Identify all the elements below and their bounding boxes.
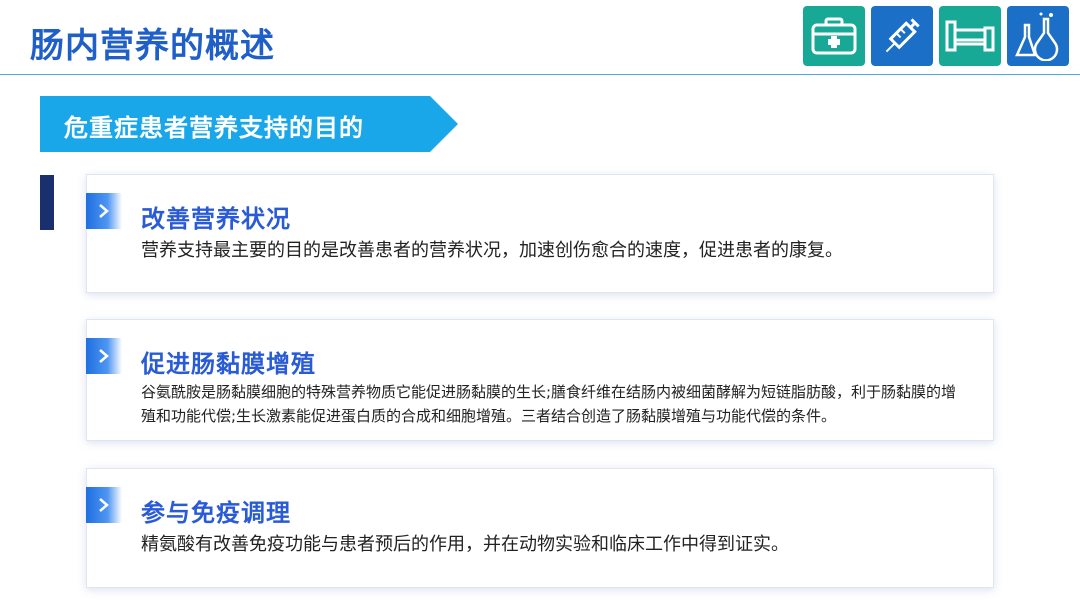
purpose-card: 促进肠黏膜增殖 谷氨酰胺是肠黏膜细胞的特殊营养物质它能促进肠黏膜的生长;膳食纤维… — [86, 319, 994, 441]
card-heading: 改善营养状况 — [141, 205, 291, 233]
lab-flask-icon — [1007, 6, 1069, 66]
card-body: 精氨酸有改善免疫功能与患者预后的作用，并在动物实验和临床工作中得到证实。 — [141, 534, 789, 555]
hospital-bed-icon — [939, 6, 1001, 66]
chevron-right-icon — [86, 487, 122, 523]
syringe-icon — [871, 6, 933, 66]
header-icon-row — [803, 6, 1069, 66]
card-body: 谷氨酰胺是肠黏膜细胞的特殊营养物质它能促进肠黏膜的生长;膳食纤维在结肠内被细菌酵… — [141, 383, 957, 425]
card-heading: 促进肠黏膜增殖 — [141, 350, 316, 378]
page-title: 肠内营养的概述 — [30, 26, 275, 66]
chevron-right-icon — [86, 193, 122, 229]
banner-title: 危重症患者营养支持的目的 — [64, 114, 364, 142]
side-accent-bar — [40, 175, 54, 230]
purpose-card: 参与免疫调理 精氨酸有改善免疫功能与患者预后的作用，并在动物实验和临床工作中得到… — [86, 468, 994, 588]
chevron-right-icon — [86, 338, 122, 374]
title-divider — [0, 74, 1080, 75]
card-heading: 参与免疫调理 — [141, 499, 291, 527]
purpose-card: 改善营养状况 营养支持最主要的目的是改善患者的营养状况，加速创伤愈合的速度，促进… — [86, 174, 994, 293]
section-banner: 危重症患者营养支持的目的 — [40, 96, 458, 152]
medical-kit-icon — [803, 6, 865, 66]
card-body: 营养支持最主要的目的是改善患者的营养状况，加速创伤愈合的速度，促进患者的康复。 — [141, 240, 843, 261]
